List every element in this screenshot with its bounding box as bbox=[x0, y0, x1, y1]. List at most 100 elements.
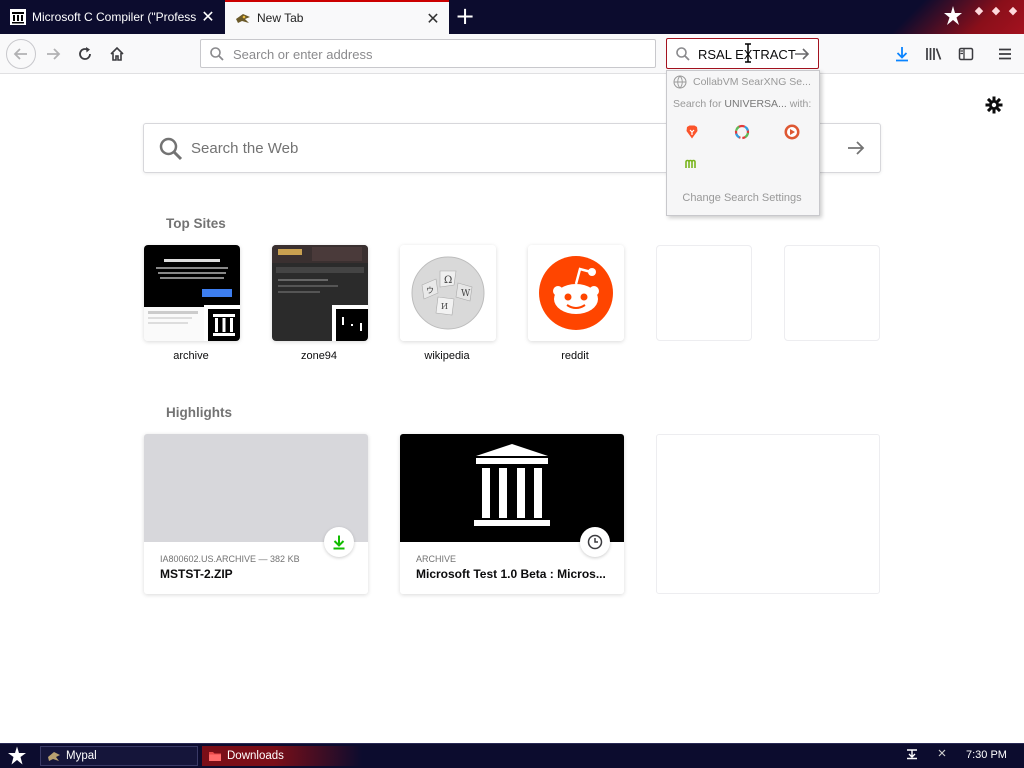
downloads-button[interactable] bbox=[888, 40, 916, 68]
tab-close-icon[interactable]: ✕ bbox=[200, 9, 216, 25]
archive-logo-thumbnail bbox=[400, 434, 624, 542]
qwant-engine-button[interactable] bbox=[733, 123, 751, 141]
highlight-card[interactable]: ARCHIVE Microsoft Test 1.0 Beta : Micros… bbox=[400, 434, 624, 594]
navigation-toolbar: Search or enter address RSAL EXTRACT bbox=[0, 34, 1024, 74]
search-icon bbox=[676, 47, 690, 61]
top-site-label: wikipedia bbox=[424, 350, 470, 362]
change-search-settings-link[interactable]: Change Search Settings bbox=[667, 192, 817, 204]
highlight-meta: IA800602.US.ARCHIVE — 382 KB bbox=[160, 554, 300, 564]
reddit-logo-icon bbox=[528, 245, 624, 341]
taskbar-item-mypal[interactable]: Mypal bbox=[40, 746, 198, 766]
svg-text:И: И bbox=[441, 302, 448, 311]
mojeek-icon bbox=[685, 159, 696, 168]
text-cursor-icon bbox=[745, 43, 751, 63]
web-search-placeholder: Search the Web bbox=[191, 140, 299, 157]
top-site-archive[interactable] bbox=[144, 245, 240, 341]
taskbar-item-downloads[interactable]: Downloads bbox=[202, 746, 362, 766]
duckduckgo-icon bbox=[784, 124, 800, 140]
highlight-meta: ARCHIVE bbox=[416, 554, 457, 564]
download-badge bbox=[324, 527, 354, 557]
sidebar-icon bbox=[958, 47, 974, 61]
brave-engine-button[interactable] bbox=[683, 123, 701, 141]
globe-icon bbox=[673, 75, 687, 89]
duckduckgo-engine-button[interactable] bbox=[783, 123, 801, 141]
search-icon bbox=[210, 47, 224, 61]
current-engine-row[interactable]: CollabVM SearXNG Se... bbox=[673, 75, 815, 89]
tab-title: Microsoft C Compiler ("Professional" bbox=[32, 10, 197, 24]
wikipedia-logo-icon: Ω W И ウ bbox=[400, 245, 496, 341]
highlight-card[interactable]: IA800602.US.ARCHIVE — 382 KB MSTST-2.ZIP bbox=[144, 434, 368, 594]
highlight-title: MSTST-2.ZIP bbox=[160, 567, 233, 581]
top-site-reddit[interactable] bbox=[528, 245, 624, 341]
top-site-label: zone94 bbox=[300, 350, 338, 362]
archive-screenshot-thumbnail bbox=[144, 245, 240, 341]
mypal-icon bbox=[48, 752, 60, 761]
svg-text:W: W bbox=[461, 289, 471, 299]
maximize-button[interactable]: ◆ bbox=[989, 4, 1003, 18]
tab-title: New Tab bbox=[257, 11, 304, 25]
search-suggestions-popup: CollabVM SearXNG Se... Search for UNIVER… bbox=[666, 70, 820, 216]
go-arrow-icon[interactable] bbox=[846, 138, 866, 158]
tray-download-icon[interactable] bbox=[905, 746, 919, 760]
search-for-suffix: with: bbox=[786, 98, 812, 110]
sidebar-button[interactable] bbox=[952, 40, 980, 68]
taskbar-item-label: Downloads bbox=[227, 750, 284, 762]
forward-button[interactable] bbox=[38, 39, 68, 69]
go-arrow-icon[interactable] bbox=[793, 45, 811, 63]
search-for-text: Search for UNIVERSA... with: bbox=[673, 98, 811, 110]
top-site-label: reddit bbox=[561, 350, 589, 362]
qwant-icon bbox=[734, 124, 750, 140]
tab-strip: Microsoft C Compiler ("Professional" ✕ N… bbox=[0, 0, 1024, 34]
top-site-empty[interactable] bbox=[784, 245, 880, 341]
taskbar-item-label: Mypal bbox=[66, 750, 97, 762]
archive-favicon-icon bbox=[10, 9, 26, 25]
search-bar[interactable]: RSAL EXTRACT bbox=[666, 38, 819, 69]
reload-button[interactable] bbox=[70, 39, 100, 69]
minimize-button[interactable]: ◆ bbox=[972, 4, 986, 18]
star-logo-icon bbox=[944, 6, 962, 25]
new-tab-page: Search the Web Top Sites archive zone94 … bbox=[0, 75, 1024, 743]
taskbar-clock: 7:30 PM bbox=[966, 749, 1007, 761]
back-button[interactable] bbox=[6, 39, 36, 69]
tab-close-icon[interactable]: ✕ bbox=[425, 11, 441, 27]
top-site-empty[interactable] bbox=[656, 245, 752, 341]
mypal-favicon-icon bbox=[236, 14, 250, 23]
tray-network-icon[interactable] bbox=[937, 748, 947, 758]
top-site-label: archive bbox=[173, 350, 209, 362]
library-button[interactable] bbox=[920, 40, 948, 68]
download-icon bbox=[896, 47, 908, 62]
url-placeholder: Search or enter address bbox=[233, 47, 373, 62]
forward-arrow-icon bbox=[47, 48, 61, 60]
system-tray bbox=[905, 746, 947, 760]
top-sites-heading: Top Sites bbox=[166, 216, 226, 231]
home-icon bbox=[110, 46, 124, 61]
library-icon bbox=[926, 48, 942, 60]
tab-new-tab[interactable]: New Tab ✕ bbox=[225, 0, 449, 34]
clock-icon bbox=[587, 534, 603, 550]
home-button[interactable] bbox=[102, 39, 132, 69]
top-site-zone94[interactable] bbox=[272, 245, 368, 341]
svg-text:Ω: Ω bbox=[444, 275, 452, 286]
download-icon bbox=[333, 535, 345, 550]
menu-button[interactable] bbox=[991, 40, 1019, 68]
url-bar[interactable]: Search or enter address bbox=[200, 39, 656, 68]
back-arrow-icon bbox=[13, 48, 27, 60]
reload-icon bbox=[79, 47, 91, 60]
brave-icon bbox=[686, 125, 698, 139]
tab-microsoft-c-compiler[interactable]: Microsoft C Compiler ("Professional" ✕ bbox=[0, 0, 224, 34]
hamburger-menu-icon bbox=[999, 48, 1011, 60]
top-site-wikipedia[interactable]: Ω W И ウ bbox=[400, 245, 496, 341]
mojeek-engine-button[interactable] bbox=[683, 155, 701, 173]
highlight-card-empty bbox=[656, 434, 880, 594]
new-tab-button[interactable]: + bbox=[452, 4, 478, 30]
search-for-query: UNIVERSA... bbox=[724, 98, 787, 110]
zone94-screenshot-thumbnail bbox=[272, 245, 368, 341]
engine-label: CollabVM SearXNG Se... bbox=[693, 76, 811, 88]
search-for-prefix: Search for bbox=[673, 98, 725, 110]
close-window-button[interactable]: ◆ bbox=[1006, 4, 1020, 18]
gear-icon[interactable] bbox=[984, 95, 1004, 115]
taskbar: Mypal Downloads 7:30 PM bbox=[0, 743, 1024, 768]
svg-text:ウ: ウ bbox=[426, 286, 434, 295]
highlight-thumbnail bbox=[144, 434, 368, 542]
start-menu-star-icon[interactable] bbox=[6, 746, 28, 766]
